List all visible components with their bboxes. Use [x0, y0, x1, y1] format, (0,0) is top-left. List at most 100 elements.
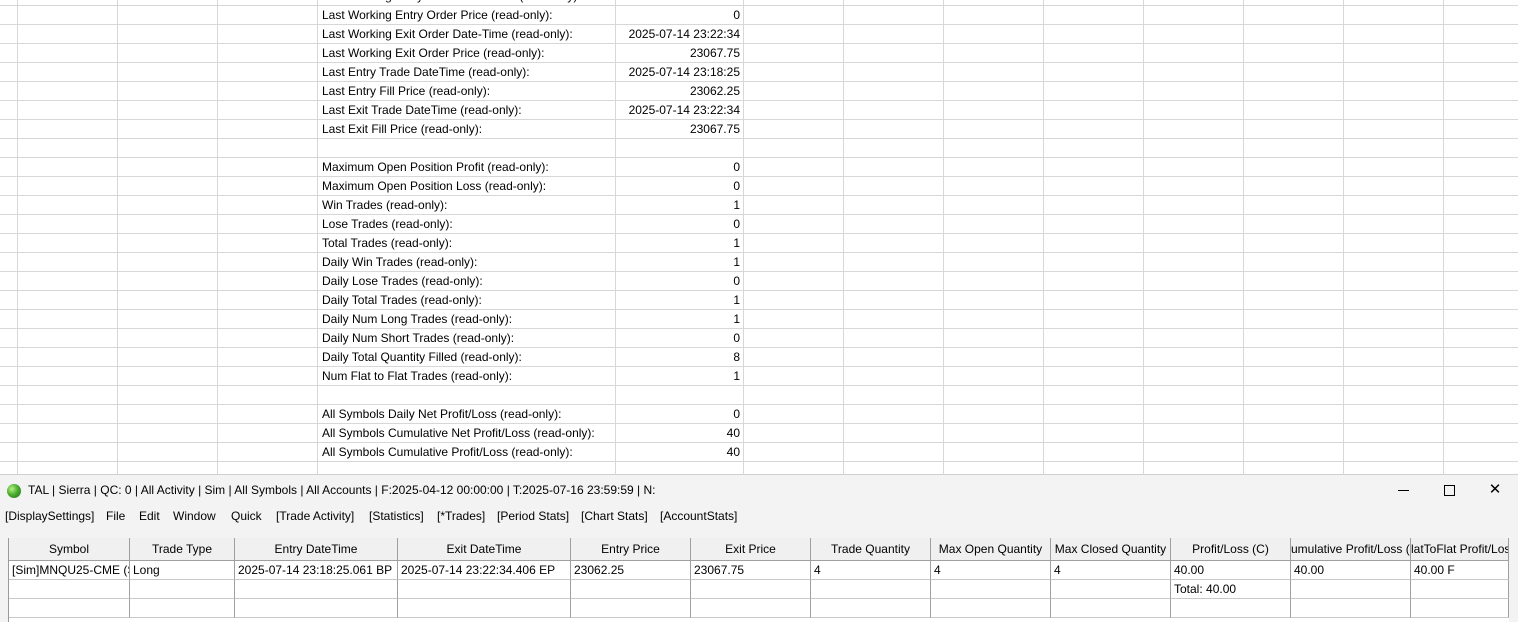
sheet-row-label[interactable]: Daily Win Trades (read-only):	[322, 253, 477, 272]
maximize-button[interactable]	[1427, 475, 1473, 505]
menu-trade-activity[interactable]: [Trade Activity]	[276, 505, 354, 527]
sheet-row-value[interactable]: 1	[616, 367, 740, 386]
sheet-row: Maximum Open Position Profit (read-only)…	[0, 158, 1518, 177]
column-header-symbol[interactable]: Symbol	[9, 538, 130, 561]
trade-cell-exit-price[interactable]: 23067.75	[691, 561, 811, 580]
globe-icon	[7, 484, 21, 498]
sheet-row-label[interactable]: Lose Trades (read-only):	[322, 215, 453, 234]
menu-file[interactable]: File	[106, 505, 125, 527]
trade-cell-max-open-quantity[interactable]: 4	[931, 561, 1051, 580]
empty-cell	[9, 580, 130, 599]
column-header-exit-datetime[interactable]: Exit DateTime	[398, 538, 571, 561]
sheet-row: All Symbols Cumulative Profit/Loss (read…	[0, 443, 1518, 462]
menu-quick[interactable]: Quick	[231, 505, 262, 527]
column-header-entry-datetime[interactable]: Entry DateTime	[235, 538, 398, 561]
sheet-row-label[interactable]: Total Trades (read-only):	[322, 234, 452, 253]
sheet-row-label[interactable]: Maximum Open Position Profit (read-only)…	[322, 158, 549, 177]
sheet-row-value[interactable]: 1	[616, 310, 740, 329]
sheet-row-label[interactable]: Last Entry Trade DateTime (read-only):	[322, 63, 530, 82]
sheet-row-label[interactable]: Daily Total Quantity Filled (read-only):	[322, 348, 522, 367]
sheet-row-value[interactable]: 1	[616, 234, 740, 253]
sheet-row-label[interactable]: Last Exit Trade DateTime (read-only):	[322, 101, 522, 120]
menu-account-stats[interactable]: [AccountStats]	[660, 505, 737, 527]
trade-cell-trade-quantity[interactable]: 4	[811, 561, 931, 580]
sheet-row-value[interactable]: 1	[616, 253, 740, 272]
sheet-row-value[interactable]: 0	[616, 405, 740, 424]
menu-period-stats[interactable]: [Period Stats]	[497, 505, 569, 527]
sheet-row	[0, 386, 1518, 405]
empty-cell	[811, 599, 931, 618]
sheet-row-value[interactable]: 1	[616, 196, 740, 215]
sheet-row-label[interactable]: All Symbols Daily Net Profit/Loss (read-…	[322, 405, 561, 424]
sheet-row-value[interactable]: 0	[616, 215, 740, 234]
empty-cell	[398, 580, 571, 599]
sheet-row-value[interactable]: 0	[616, 6, 740, 25]
total-profit-loss: Total: 40.00	[1171, 580, 1291, 599]
sheet-row: Last Working Exit Order Date-Time (read-…	[0, 25, 1518, 44]
minimize-button[interactable]	[1381, 475, 1427, 505]
menu-chart-stats[interactable]: [Chart Stats]	[581, 505, 648, 527]
sheet-row-label[interactable]: Num Flat to Flat Trades (read-only):	[322, 367, 512, 386]
column-header-max-open-quantity[interactable]: Max Open Quantity	[931, 538, 1051, 561]
menu-statistics[interactable]: [Statistics]	[369, 505, 424, 527]
sheet-row-value[interactable]: 23062.25	[616, 82, 740, 101]
sheet-row-label[interactable]: Last Entry Fill Price (read-only):	[322, 82, 490, 101]
empty-cell	[811, 580, 931, 599]
column-header-max-closed-quantity[interactable]: Max Closed Quantity	[1051, 538, 1171, 561]
sheet-row-value[interactable]: 40	[616, 424, 740, 443]
column-header-flat-to-flat-profit-loss[interactable]: latToFlat Profit/Los	[1411, 538, 1509, 561]
close-button[interactable]: ✕	[1472, 475, 1518, 505]
sheet-row-value[interactable]: 2025-07-14 23:22:34	[616, 101, 740, 120]
trade-cell-exit-datetime[interactable]: 2025-07-14 23:22:34.406 EP	[398, 561, 571, 580]
sheet-row-value[interactable]: 40	[616, 443, 740, 462]
sheet-row-value[interactable]	[616, 386, 740, 405]
title-bar[interactable]: TAL | Sierra | QC: 0 | All Activity | Si…	[0, 475, 1518, 505]
column-header-entry-price[interactable]: Entry Price	[571, 538, 691, 561]
trade-cell-flat-to-flat-profit-loss[interactable]: 40.00 F	[1411, 561, 1509, 580]
sheet-row-value[interactable]: 2025-07-14 23:18:25	[616, 63, 740, 82]
column-header-cumulative-profit-loss[interactable]: umulative Profit/Loss (C	[1291, 538, 1411, 561]
sheet-row-value[interactable]: 2025-07-14 23:22:34	[616, 25, 740, 44]
trade-cell-cumulative-profit-loss[interactable]: 40.00	[1291, 561, 1411, 580]
sheet-row-label[interactable]: Last Working Entry Order Price (read-onl…	[322, 6, 553, 25]
sheet-row-value[interactable]: 8	[616, 348, 740, 367]
sheet-row-value[interactable]: 1	[616, 291, 740, 310]
sheet-row: Total Trades (read-only): 1	[0, 234, 1518, 253]
menu-trades[interactable]: [*Trades]	[437, 505, 485, 527]
empty-cell	[691, 599, 811, 618]
sheet-row-value[interactable]: 0	[616, 177, 740, 196]
column-header-trade-quantity[interactable]: Trade Quantity	[811, 538, 931, 561]
menu-edit[interactable]: Edit	[139, 505, 160, 527]
sheet-row-label[interactable]: Daily Num Long Trades (read-only):	[322, 310, 512, 329]
trade-cell-max-closed-quantity[interactable]: 4	[1051, 561, 1171, 580]
sheet-row-label[interactable]: Last Working Exit Order Price (read-only…	[322, 44, 545, 63]
sheet-row-label[interactable]: Daily Total Trades (read-only):	[322, 291, 482, 310]
trade-cell-trade-type[interactable]: Long	[130, 561, 235, 580]
trade-cell-entry-datetime[interactable]: 2025-07-14 23:18:25.061 BP	[235, 561, 398, 580]
menu-display-settings[interactable]: [DisplaySettings]	[5, 505, 94, 527]
sheet-row-label[interactable]: Daily Lose Trades (read-only):	[322, 272, 483, 291]
sheet-row-value[interactable]: 0	[616, 158, 740, 177]
column-header-exit-price[interactable]: Exit Price	[691, 538, 811, 561]
trade-cell-profit-loss[interactable]: 40.00	[1171, 561, 1291, 580]
sheet-row-label[interactable]: Last Working Exit Order Date-Time (read-…	[322, 25, 573, 44]
sheet-row: Last Exit Fill Price (read-only): 23067.7…	[0, 120, 1518, 139]
sheet-row-value[interactable]: 0	[616, 329, 740, 348]
menu-window[interactable]: Window	[173, 505, 216, 527]
trade-cell-symbol[interactable]: [Sim]MNQU25-CME (S	[9, 561, 130, 580]
trade-cell-entry-price[interactable]: 23062.25	[571, 561, 691, 580]
empty-cell	[235, 599, 398, 618]
sheet-row-label[interactable]: All Symbols Cumulative Net Profit/Loss (…	[322, 424, 595, 443]
column-header-trade-type[interactable]: Trade Type	[130, 538, 235, 561]
sheet-row-value[interactable]: 23067.75	[616, 120, 740, 139]
sheet-row-value[interactable]: 23067.75	[616, 44, 740, 63]
sheet-row-label[interactable]: Last Exit Fill Price (read-only):	[322, 120, 482, 139]
sheet-row-label[interactable]: Win Trades (read-only):	[322, 196, 447, 215]
empty-cell	[130, 580, 235, 599]
sheet-row-value[interactable]: 0	[616, 272, 740, 291]
sheet-row-label[interactable]: All Symbols Cumulative Profit/Loss (read…	[322, 443, 573, 462]
sheet-row-label[interactable]: Maximum Open Position Loss (read-only):	[322, 177, 546, 196]
column-header-profit-loss[interactable]: Profit/Loss (C)	[1171, 538, 1291, 561]
sheet-row-value[interactable]	[616, 139, 740, 158]
sheet-row-label[interactable]: Daily Num Short Trades (read-only):	[322, 329, 514, 348]
